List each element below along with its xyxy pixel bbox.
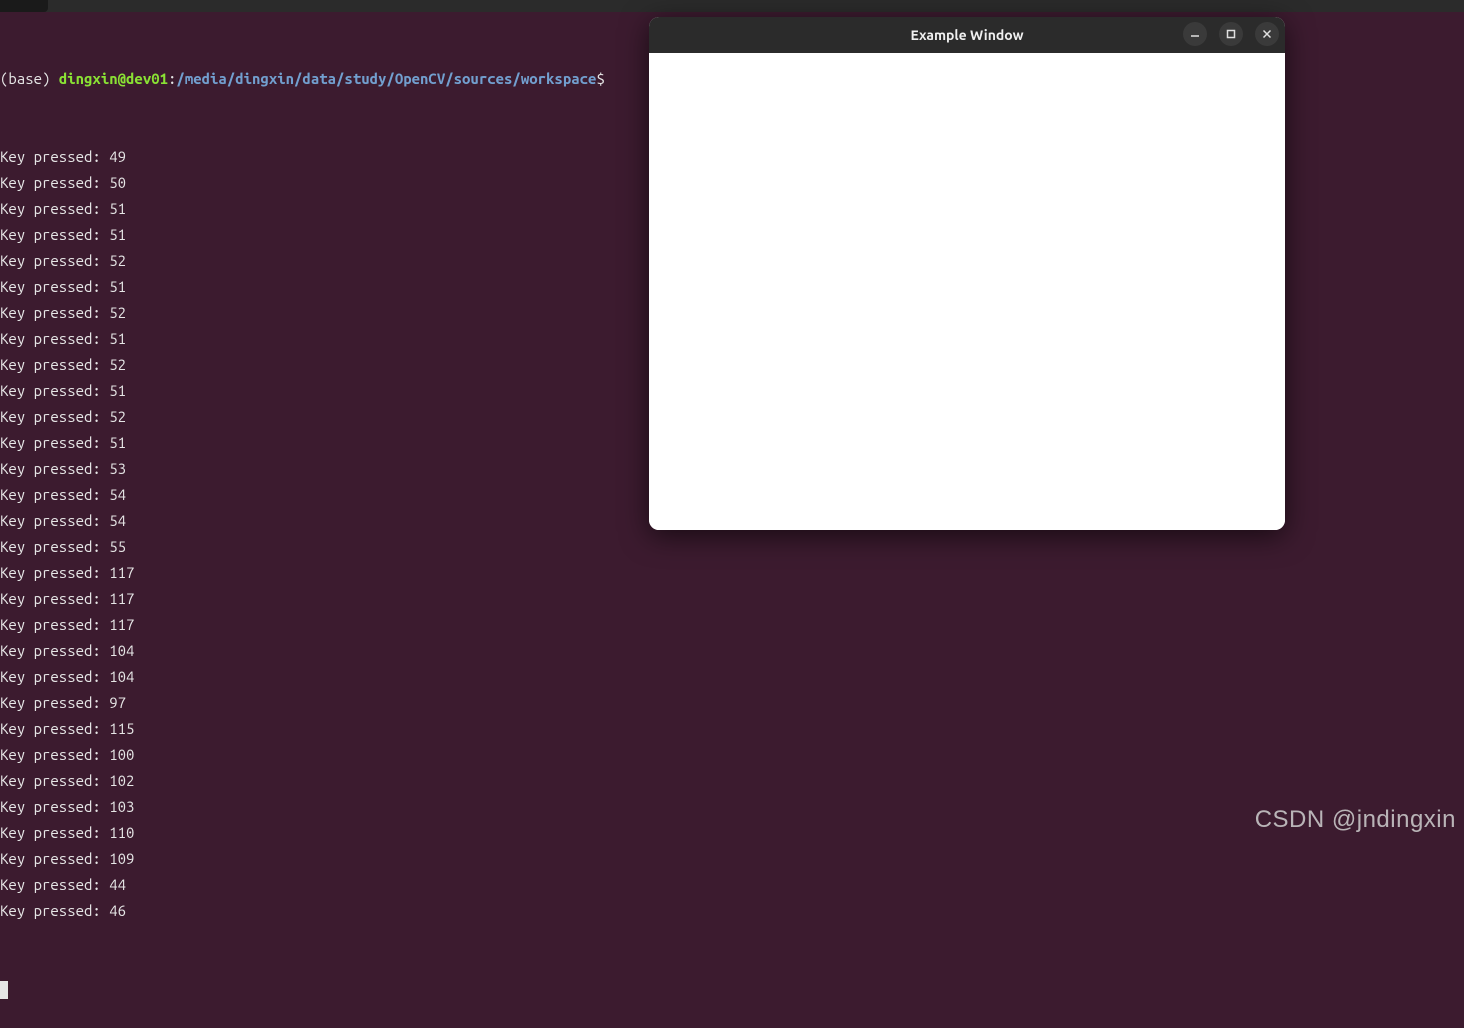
prompt-dollar: $ [596,70,604,87]
output-line: Key pressed: 117 [0,612,1464,638]
output-line: Key pressed: 55 [0,534,1464,560]
example-window[interactable]: Example Window [649,17,1285,530]
minimize-icon [1190,29,1200,39]
close-icon [1262,29,1272,39]
top-strip [0,0,1464,12]
terminal-tab-edge [0,0,48,12]
cursor-line [0,976,1464,1002]
prompt-user: dingxin@dev01 [59,70,168,87]
output-line: Key pressed: 117 [0,586,1464,612]
minimize-button[interactable] [1183,22,1207,46]
output-line: Key pressed: 109 [0,846,1464,872]
output-line: Key pressed: 110 [0,820,1464,846]
output-line: Key pressed: 117 [0,560,1464,586]
window-titlebar[interactable]: Example Window [649,17,1285,53]
output-line: Key pressed: 102 [0,768,1464,794]
maximize-button[interactable] [1219,22,1243,46]
output-line: Key pressed: 115 [0,716,1464,742]
prompt-env: (base) [0,70,59,87]
output-line: Key pressed: 104 [0,664,1464,690]
window-title: Example Window [910,27,1023,43]
output-line: Key pressed: 97 [0,690,1464,716]
output-line: Key pressed: 46 [0,898,1464,924]
cursor-icon [0,981,8,999]
prompt-path: /media/dingxin/data/study/OpenCV/sources… [176,70,596,87]
window-controls [1183,22,1279,46]
close-button[interactable] [1255,22,1279,46]
watermark: CSDN @jndingxin [1255,806,1456,834]
window-canvas[interactable] [649,53,1285,530]
output-line: Key pressed: 44 [0,872,1464,898]
output-line: Key pressed: 104 [0,638,1464,664]
output-line: Key pressed: 103 [0,794,1464,820]
maximize-icon [1226,29,1236,39]
output-line: Key pressed: 100 [0,742,1464,768]
